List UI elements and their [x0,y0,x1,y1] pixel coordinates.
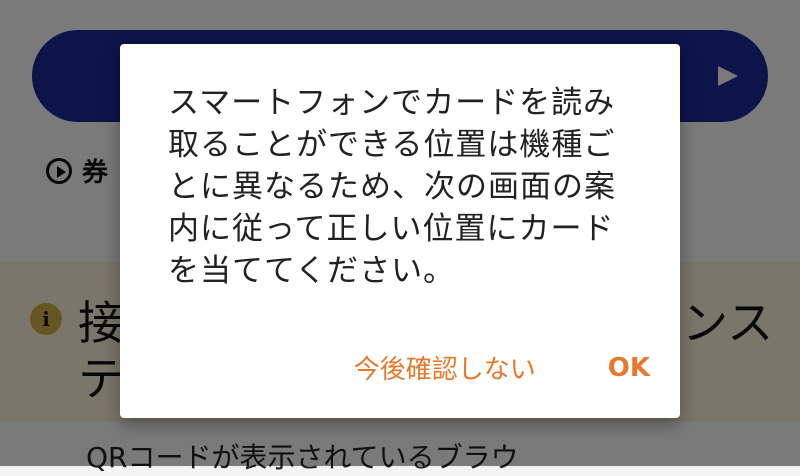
ok-button[interactable]: OK [608,353,650,383]
dont-show-again-button[interactable]: 今後確認しない [354,349,536,386]
dialog-actions: 今後確認しない OK [354,349,650,386]
alert-dialog: スマートフォンでカードを読み取ることができる位置は機種ごとに異なるため、次の画面… [120,44,680,418]
dialog-message: スマートフォンでカードを読み取ることができる位置は機種ごとに異なるため、次の画面… [168,85,616,289]
